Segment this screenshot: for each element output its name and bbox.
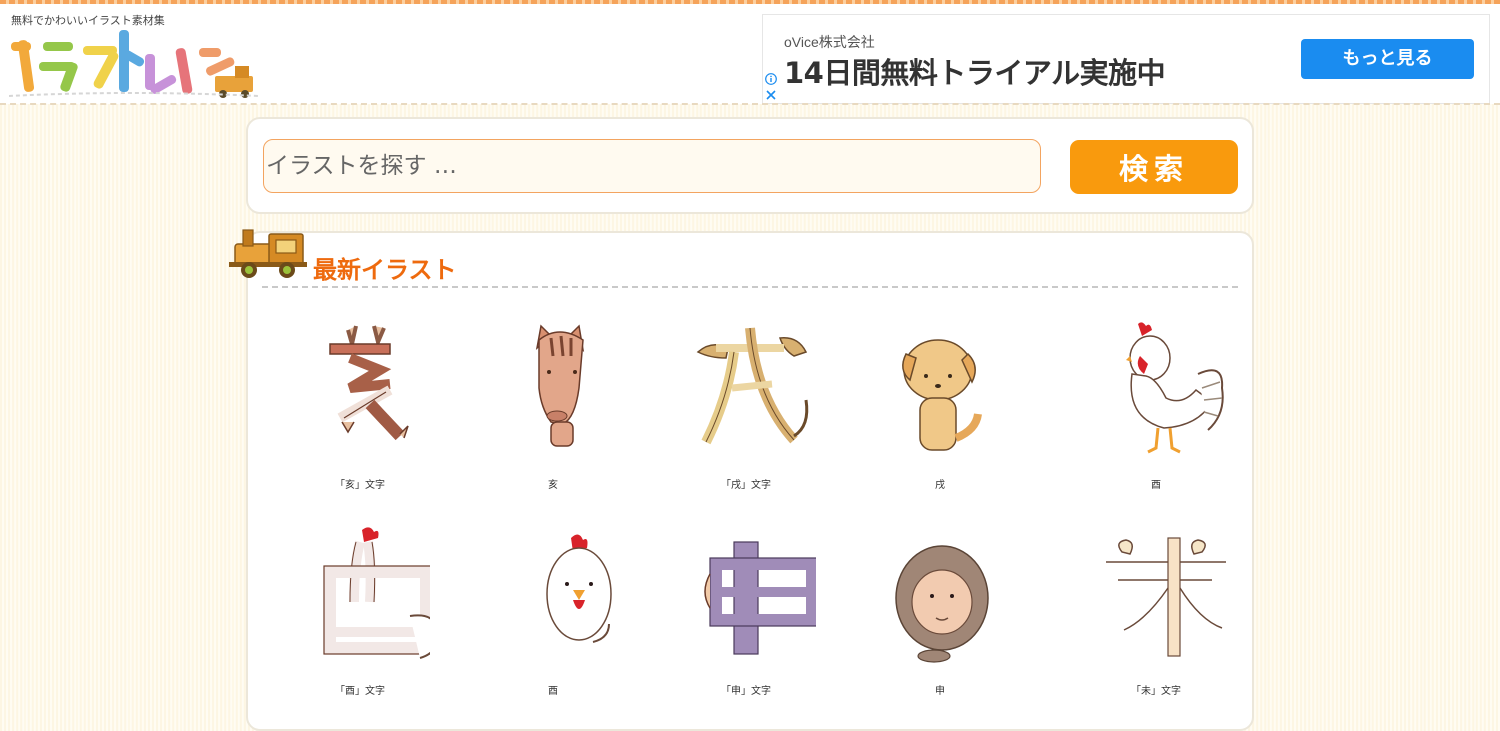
illustration-card[interactable]: 「戌」文字 bbox=[656, 318, 836, 491]
boar-icon bbox=[535, 324, 585, 447]
illustration-label: 「未」文字 bbox=[1131, 686, 1181, 697]
illustration-label: 「亥」文字 bbox=[335, 480, 385, 491]
illustration-label: 酉 bbox=[1151, 480, 1161, 491]
illustration-card[interactable]: 「未」文字 bbox=[1066, 524, 1246, 697]
section-divider bbox=[262, 286, 1238, 288]
site-header: 無料でかわいいイラスト素材集 oVice株式会社 14日間無料トライアル実施中 bbox=[0, 4, 1500, 104]
info-icon[interactable] bbox=[765, 73, 777, 85]
monkey-icon bbox=[895, 545, 989, 663]
header-divider bbox=[0, 103, 1500, 105]
kanji-monkey-icon bbox=[704, 541, 816, 655]
ad-more-button[interactable]: もっと見る bbox=[1301, 39, 1474, 79]
illustration-card[interactable]: 「酉」文字 bbox=[270, 524, 450, 697]
illustration-label: 申 bbox=[935, 686, 945, 697]
kanji-sheep-icon bbox=[1106, 537, 1226, 657]
rooster-icon bbox=[1126, 322, 1224, 454]
search-input[interactable] bbox=[263, 139, 1041, 193]
illustration-label: 「酉」文字 bbox=[335, 686, 385, 697]
illustration-card[interactable]: 「申」文字 bbox=[656, 524, 836, 697]
site-logo[interactable] bbox=[9, 24, 259, 98]
chick-icon bbox=[546, 534, 612, 643]
search-button[interactable]: 検索 bbox=[1070, 140, 1238, 194]
dog-icon bbox=[902, 339, 982, 451]
kanji-boar-icon bbox=[329, 325, 409, 441]
illustration-label: 酉 bbox=[548, 686, 558, 697]
illustration-card[interactable]: 申 bbox=[850, 524, 1030, 697]
illustration-card[interactable]: 戌 bbox=[850, 318, 1030, 491]
illustration-label: 「申」文字 bbox=[721, 686, 771, 697]
ad-banner[interactable]: oVice株式会社 14日間無料トライアル実施中 もっと見る bbox=[762, 14, 1490, 104]
kanji-dog-icon bbox=[696, 327, 809, 445]
illustration-label: 戌 bbox=[935, 480, 945, 491]
section-title: 最新イラスト bbox=[313, 256, 457, 284]
illustration-label: 「戌」文字 bbox=[721, 480, 771, 491]
kanji-rooster-icon bbox=[323, 527, 430, 659]
close-icon[interactable] bbox=[765, 89, 777, 101]
illustration-card[interactable]: 酉 bbox=[463, 524, 643, 697]
illustration-card[interactable]: 酉 bbox=[1066, 318, 1246, 491]
illustration-card[interactable]: 亥 bbox=[463, 318, 643, 491]
search-panel: 検索 bbox=[246, 117, 1254, 214]
train-icon bbox=[229, 229, 307, 278]
illustration-card[interactable]: 「亥」文字 bbox=[270, 318, 450, 491]
ad-company: oVice株式会社 bbox=[784, 34, 875, 50]
ad-headline[interactable]: 14日間無料トライアル実施中 bbox=[784, 50, 1166, 92]
illustration-label: 亥 bbox=[548, 480, 558, 491]
